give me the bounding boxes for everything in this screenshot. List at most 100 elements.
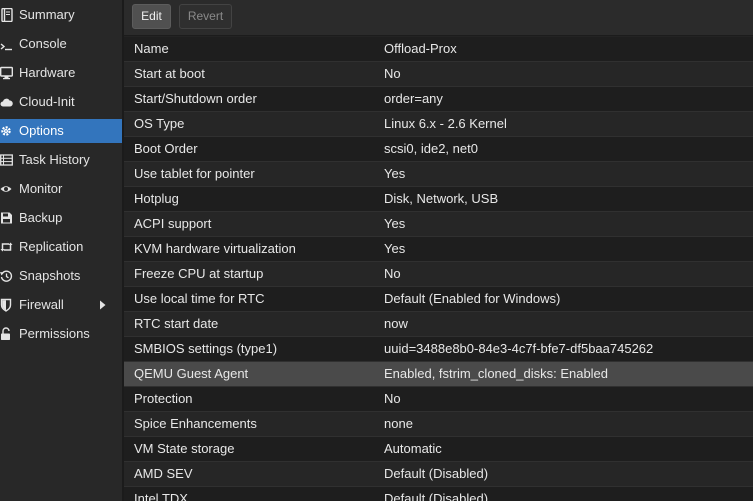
- options-row-acpi[interactable]: ACPI support Yes: [124, 212, 753, 237]
- options-row-rtc-start-date[interactable]: RTC start date now: [124, 312, 753, 337]
- sidebar-item-label: Permissions: [19, 326, 90, 341]
- option-key: KVM hardware virtualization: [134, 241, 296, 256]
- sidebar-item-label: Backup: [19, 210, 63, 225]
- sidebar-item-summary[interactable]: Summary: [0, 3, 122, 27]
- options-row-spice[interactable]: Spice Enhancements none: [124, 412, 753, 437]
- option-value: Yes: [384, 216, 406, 231]
- edit-button[interactable]: Edit: [132, 4, 171, 29]
- unlock-icon: [0, 327, 13, 341]
- options-grid: Name Offload-Prox Start at boot No Start…: [124, 37, 753, 501]
- option-value: No: [384, 391, 401, 406]
- options-row-qemu-agent[interactable]: QEMU Guest Agent Enabled, fstrim_cloned_…: [124, 362, 753, 387]
- eye-icon: [0, 182, 13, 196]
- sidebar-item-replication[interactable]: Replication: [0, 235, 122, 259]
- list-icon: [0, 153, 13, 167]
- history-icon: [0, 269, 13, 283]
- sidebar-item-console[interactable]: Console: [0, 32, 122, 56]
- option-key: Start/Shutdown order: [134, 91, 257, 106]
- option-value: Enabled, fstrim_cloned_disks: Enabled: [384, 366, 609, 381]
- options-row-start-at-boot[interactable]: Start at boot No: [124, 62, 753, 87]
- sidebar-item-backup[interactable]: Backup: [0, 206, 122, 230]
- shield-icon: [0, 298, 13, 312]
- revert-button[interactable]: Revert: [179, 4, 232, 29]
- gear-icon: [0, 124, 13, 138]
- option-value: Default (Enabled for Windows): [384, 291, 561, 306]
- options-row-vm-state-storage[interactable]: VM State storage Automatic: [124, 437, 753, 462]
- sidebar-item-label: Console: [19, 36, 67, 51]
- option-value: Offload-Prox: [384, 41, 457, 56]
- option-key: OS Type: [134, 116, 185, 131]
- options-row-freeze-cpu[interactable]: Freeze CPU at startup No: [124, 262, 753, 287]
- caret-right-icon[interactable]: [99, 299, 107, 311]
- option-key: Start at boot: [134, 66, 205, 81]
- book-icon: [0, 8, 13, 22]
- option-key: Use tablet for pointer: [134, 166, 255, 181]
- options-row-protection[interactable]: Protection No: [124, 387, 753, 412]
- option-value: Disk, Network, USB: [384, 191, 499, 206]
- option-key: ACPI support: [134, 216, 212, 231]
- option-value: Automatic: [384, 441, 442, 456]
- cloud-icon: [0, 95, 13, 109]
- option-key: QEMU Guest Agent: [134, 366, 249, 381]
- sidebar-item-label: Hardware: [19, 65, 76, 80]
- sidebar-item-cloud-init[interactable]: Cloud-Init: [0, 90, 122, 114]
- sidebar-item-label: Summary: [19, 7, 75, 22]
- option-value: No: [384, 266, 401, 281]
- option-key: VM State storage: [134, 441, 235, 456]
- option-key: Use local time for RTC: [134, 291, 265, 306]
- sidebar-item-hardware[interactable]: Hardware: [0, 61, 122, 85]
- option-value: now: [384, 316, 408, 331]
- options-row-tablet-pointer[interactable]: Use tablet for pointer Yes: [124, 162, 753, 187]
- retweet-icon: [0, 240, 13, 254]
- sidebar-item-label: Replication: [19, 239, 84, 254]
- option-key: AMD SEV: [134, 466, 193, 481]
- options-row-intel-tdx[interactable]: Intel TDX Default (Disabled): [124, 487, 753, 501]
- sidebar-item-permissions[interactable]: Permissions: [0, 322, 122, 346]
- sidebar: Summary Console Hardware Cloud-Init Opti…: [0, 0, 122, 501]
- option-key: Spice Enhancements: [134, 416, 257, 431]
- option-key: RTC start date: [134, 316, 219, 331]
- options-row-name[interactable]: Name Offload-Prox: [124, 37, 753, 62]
- floppy-icon: [0, 211, 13, 225]
- sidebar-item-label: Firewall: [19, 297, 64, 312]
- sidebar-item-snapshots[interactable]: Snapshots: [0, 264, 122, 288]
- monitor-icon: [0, 66, 13, 80]
- option-key: Boot Order: [134, 141, 198, 156]
- sidebar-item-label: Snapshots: [19, 268, 81, 283]
- sidebar-item-label: Task History: [19, 152, 90, 167]
- option-key: Name: [134, 41, 169, 56]
- option-value: uuid=3488e8b0-84e3-4c7f-bfe7-df5baa74526…: [384, 341, 654, 356]
- sidebar-item-options[interactable]: Options: [0, 119, 122, 143]
- sidebar-item-label: Options: [19, 123, 64, 138]
- options-row-os-type[interactable]: OS Type Linux 6.x - 2.6 Kernel: [124, 112, 753, 137]
- option-value: Yes: [384, 241, 406, 256]
- option-value: No: [384, 66, 401, 81]
- terminal-icon: [0, 37, 13, 51]
- sidebar-item-firewall[interactable]: Firewall: [0, 293, 122, 317]
- options-row-startup-order[interactable]: Start/Shutdown order order=any: [124, 87, 753, 112]
- option-value: Yes: [384, 166, 406, 181]
- option-value: order=any: [384, 91, 443, 106]
- option-value: none: [384, 416, 413, 431]
- option-value: scsi0, ide2, net0: [384, 141, 478, 156]
- toolbar: Edit Revert: [124, 0, 753, 36]
- option-key: Intel TDX: [134, 491, 188, 501]
- option-key: Freeze CPU at startup: [134, 266, 264, 281]
- sidebar-item-label: Monitor: [19, 181, 63, 196]
- options-row-amd-sev[interactable]: AMD SEV Default (Disabled): [124, 462, 753, 487]
- app-window: Summary Console Hardware Cloud-Init Opti…: [0, 0, 753, 501]
- sidebar-item-task-history[interactable]: Task History: [0, 148, 122, 172]
- options-row-local-time-rtc[interactable]: Use local time for RTC Default (Enabled …: [124, 287, 753, 312]
- option-value: Default (Disabled): [384, 466, 489, 481]
- options-row-hotplug[interactable]: Hotplug Disk, Network, USB: [124, 187, 753, 212]
- option-key: Hotplug: [134, 191, 179, 206]
- options-row-smbios[interactable]: SMBIOS settings (type1) uuid=3488e8b0-84…: [124, 337, 753, 362]
- options-row-boot-order[interactable]: Boot Order scsi0, ide2, net0: [124, 137, 753, 162]
- option-key: Protection: [134, 391, 193, 406]
- option-value: Linux 6.x - 2.6 Kernel: [384, 116, 507, 131]
- sidebar-item-monitor[interactable]: Monitor: [0, 177, 122, 201]
- option-key: SMBIOS settings (type1): [134, 341, 278, 356]
- sidebar-item-label: Cloud-Init: [19, 94, 75, 109]
- option-value: Default (Disabled): [384, 491, 489, 501]
- options-row-kvm[interactable]: KVM hardware virtualization Yes: [124, 237, 753, 262]
